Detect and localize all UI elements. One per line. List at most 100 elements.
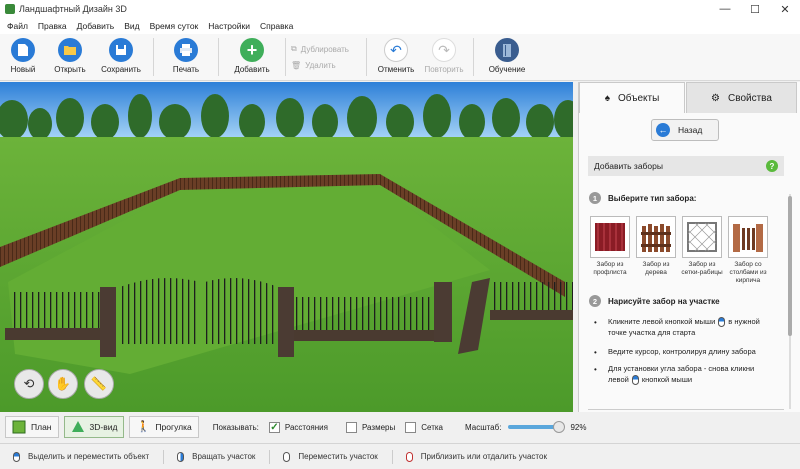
fence-option-wood[interactable]: Забор из дерева <box>635 216 677 285</box>
new-file-icon <box>11 38 35 62</box>
duplicate-button[interactable]: ⧉ Дублировать <box>291 41 361 57</box>
gate-left <box>120 278 200 344</box>
fence-option-brick-pillars[interactable]: Забор со столбами из кирпича <box>727 216 769 285</box>
delete-label: Удалить <box>305 60 336 70</box>
maximize-button[interactable]: ☐ <box>740 0 770 18</box>
bullet: • <box>594 348 597 357</box>
minimize-button[interactable]: — <box>710 0 740 18</box>
hint-text: Выделить и переместить объект <box>28 452 150 461</box>
hint-zoom: Приблизить или отдалить участок <box>403 451 547 462</box>
scroll-thumb[interactable] <box>788 196 792 336</box>
add-button[interactable]: + Добавить <box>224 34 280 74</box>
step-1-label: Выберите тип забора: <box>608 193 697 203</box>
walk-label: Прогулка <box>155 422 192 432</box>
delete-button[interactable]: 🗑 Удалить <box>291 57 361 73</box>
tab-properties[interactable]: ⚙ Свойства <box>686 82 797 113</box>
app-icon <box>5 4 15 14</box>
step-number: 1 <box>589 192 601 204</box>
panel-tabs: ♠ Объекты ⚙ Свойства <box>579 82 800 113</box>
scene-render <box>0 82 573 412</box>
floppy-icon <box>109 38 133 62</box>
rotate-icon: ⟲ <box>23 376 35 391</box>
tab-properties-label: Свойства <box>728 92 772 104</box>
save-button[interactable]: Сохранить <box>94 34 148 74</box>
hand-icon: ✋ <box>54 376 72 391</box>
plus-icon: + <box>240 38 264 62</box>
zoom-slider[interactable] <box>508 421 566 433</box>
hint-text: Переместить участок <box>298 452 378 461</box>
fence-option-mesh[interactable]: Забор из сетки-рабицы <box>681 216 723 285</box>
tab-objects[interactable]: ♠ Объекты <box>579 82 685 113</box>
checkbox-label: Сетка <box>421 422 443 432</box>
middle-mouse-icon <box>283 451 291 462</box>
toolbar-divider <box>153 38 154 76</box>
fence-thumbnail <box>590 216 630 258</box>
divider <box>588 409 784 410</box>
help-icon[interactable]: ? <box>766 160 778 172</box>
zoom-slider-knob[interactable] <box>553 421 566 433</box>
step-2-label: Нарисуйте забор на участке <box>608 296 720 306</box>
menu-help[interactable]: Справка <box>255 21 298 31</box>
fence-option-profile[interactable]: Забор из профлиста <box>589 216 631 285</box>
undo-label: Отменить <box>377 65 415 74</box>
iron-fence-left <box>10 292 100 332</box>
tree-icon <box>71 420 85 434</box>
zoom-label: Масштаб: <box>464 422 502 432</box>
step-2: 2 Нарисуйте забор на участке <box>589 295 720 307</box>
status-divider <box>163 449 165 464</box>
section-title: Добавить заборы <box>594 161 663 171</box>
toolbar: Новый Открыть Сохранить Печать + Добавит… <box>0 34 800 81</box>
menu-view[interactable]: Вид <box>119 21 144 31</box>
status-divider <box>269 449 271 464</box>
fence-thumbnail <box>636 216 676 258</box>
measure-button[interactable]: 📏 <box>84 369 114 399</box>
checkbox-box[interactable]: ✓ <box>268 421 280 433</box>
fence-base <box>490 310 573 320</box>
3d-viewport[interactable]: ⟲ ✋ 📏 <box>0 82 573 412</box>
back-button[interactable]: ← Назад <box>651 119 719 141</box>
step-number: 2 <box>589 295 601 307</box>
open-button[interactable]: Открыть <box>46 34 94 74</box>
plan-label: План <box>31 422 52 432</box>
pan-view-button[interactable]: ✋ <box>48 369 78 399</box>
learn-button[interactable]: Обучение <box>479 34 535 74</box>
iron-fence-middle <box>294 297 434 333</box>
printer-icon <box>174 38 198 62</box>
plan-icon <box>12 420 26 434</box>
pillar <box>100 287 116 357</box>
hint-rotate: Вращать участок <box>174 451 255 462</box>
fence-thumbnail <box>682 216 722 258</box>
checkbox-distances[interactable]: ✓ Расстояния <box>268 421 328 433</box>
hint-move: Переместить участок <box>280 451 378 462</box>
toolbar-divider <box>285 38 286 76</box>
trash-icon: 🗑 <box>291 60 302 70</box>
menu-edit[interactable]: Правка <box>33 21 72 31</box>
redo-label: Повторить <box>424 65 464 74</box>
menu-file[interactable]: Файл <box>2 21 33 31</box>
menu-settings[interactable]: Настройки <box>203 21 255 31</box>
undo-button[interactable]: ↶ Отменить <box>372 34 420 74</box>
print-button[interactable]: Печать <box>159 34 213 74</box>
checkbox-dimensions[interactable]: Размеры <box>345 421 395 433</box>
panel-scrollbar[interactable] <box>786 194 794 409</box>
view-bar: План 3D-вид 🚶 Прогулка Показывать: ✓ Рас… <box>0 413 800 441</box>
rotate-view-button[interactable]: ⟲ <box>14 369 44 399</box>
hint-text: Приблизить или отдалить участок <box>420 452 547 461</box>
new-button[interactable]: Новый <box>0 34 46 74</box>
checkbox-box[interactable] <box>405 421 417 433</box>
menu-add[interactable]: Добавить <box>72 21 120 31</box>
checkbox-grid[interactable]: Сетка <box>405 421 443 433</box>
menu-bar: Файл Правка Добавить Вид Время суток Нас… <box>0 18 800 34</box>
checkbox-box[interactable] <box>345 421 357 433</box>
menu-time-of-day[interactable]: Время суток <box>145 21 204 31</box>
walk-view-button[interactable]: 🚶 Прогулка <box>129 416 199 438</box>
fence-caption: Забор из профлиста <box>593 261 627 277</box>
close-button[interactable]: ✕ <box>770 0 800 18</box>
plan-view-button[interactable]: План <box>5 416 59 438</box>
ruler-icon: 📏 <box>90 376 108 391</box>
new-label: Новый <box>10 65 36 74</box>
window-title: Ландшафтный Дизайн 3D <box>19 4 127 14</box>
3d-view-button[interactable]: 3D-вид <box>63 416 125 438</box>
instruction-item: • Для установки угла забора - снова клик… <box>594 364 770 386</box>
redo-button[interactable]: ↷ Повторить <box>420 34 468 74</box>
